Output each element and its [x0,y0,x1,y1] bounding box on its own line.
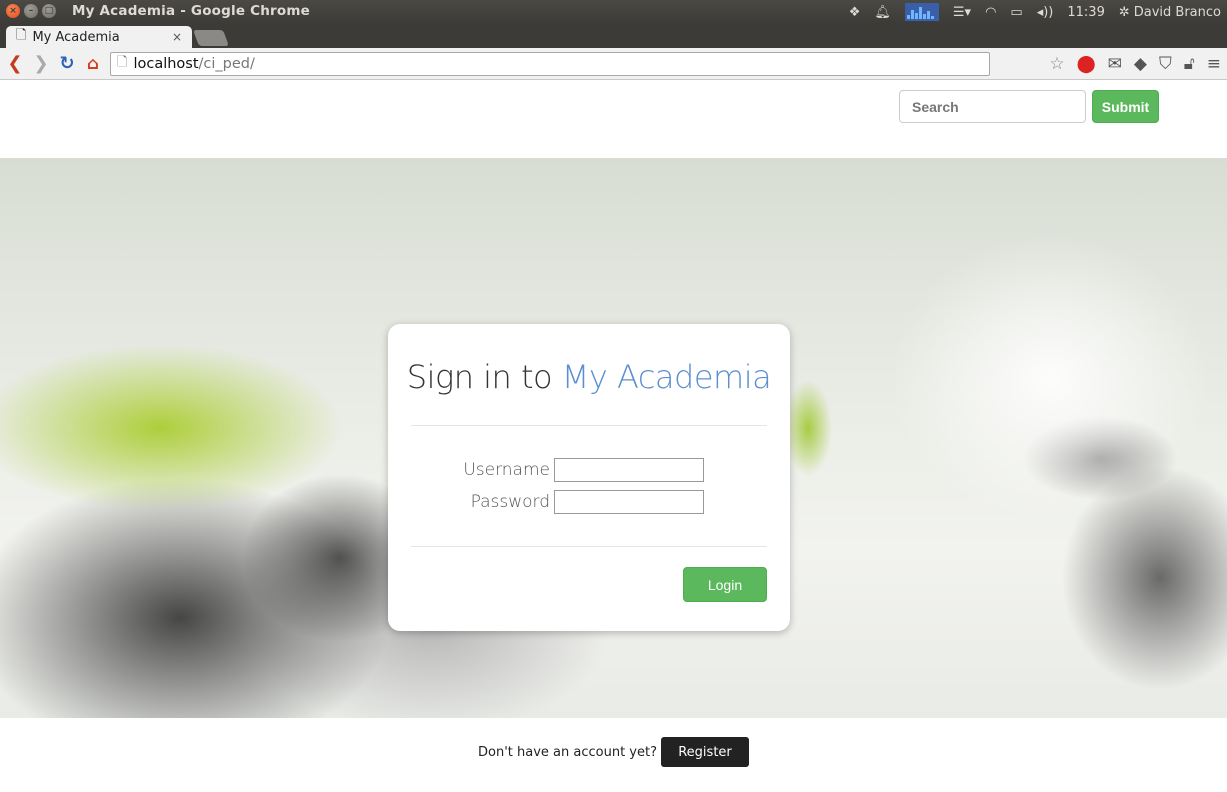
window-close-button[interactable]: × [6,4,20,18]
back-arrow-icon[interactable]: ❮ [6,53,24,74]
url-path: /ci_ped/ [198,55,255,72]
lock-extension-icon[interactable]: 🔓︎ [1184,54,1195,74]
divider [411,546,767,547]
settings-gear-icon: ✲ [1118,4,1130,20]
battery-icon[interactable]: ▭ [1010,5,1022,20]
os-top-panel: × – □ My Academia - Google Chrome ❖ 🔔︎ ☰… [0,0,1227,24]
menu-indicator-icon[interactable]: ☰▾ [953,5,971,20]
footer: Don't have an account yet? Register [0,737,1227,767]
username-row: Username [388,458,790,482]
bookmark-star-icon[interactable]: ☆ [1049,54,1064,74]
search-submit-button[interactable]: Submit [1092,90,1159,123]
password-row: Password [388,490,790,514]
password-label: Password [470,492,550,512]
login-card: Sign in to My Academia Username Password… [388,324,790,631]
window-minimize-button[interactable]: – [24,4,38,18]
password-field[interactable] [554,490,704,514]
divider [411,425,767,426]
forward-arrow-icon[interactable]: ❯ [32,53,50,74]
window-title: My Academia - Google Chrome [72,3,310,19]
brand-name: My Academia [561,358,772,396]
address-bar[interactable]: 🗋 localhost/ci_ped/ [110,51,990,76]
browser-toolbar: ❮ ❯ ↻ ⌂ 🗋 localhost/ci_ped/ ☆ ⬤ ✉ ◆ ⛉ 🔓︎… [0,48,1227,80]
login-title: Sign in to My Academia [388,358,790,396]
browser-extension-icons: ☆ ⬤ ✉ ◆ ⛉ 🔓︎ ≡ [1049,54,1221,74]
browser-tab-strip: 🗋 My Academia × [0,24,1227,48]
user-menu[interactable]: ✲ David Branco [1119,5,1221,20]
search-input[interactable] [899,90,1086,123]
system-monitor-icon[interactable] [904,3,939,21]
pocket-extension-icon[interactable]: ⛉ [1159,54,1172,74]
login-title-prefix: Sign in to [406,358,562,396]
url-host: localhost [133,55,199,72]
username-field[interactable] [554,458,704,482]
home-icon[interactable]: ⌂ [84,54,102,74]
dropbox-icon[interactable]: ❖ [849,5,861,20]
user-name: David Branco [1133,4,1221,20]
username-label: Username [463,460,550,480]
tab-close-icon[interactable]: × [172,30,182,44]
page-content: Submit Sign in to My Academia Username P… [0,81,1227,792]
new-tab-button[interactable] [193,30,229,46]
register-prompt: Don't have an account yet? [478,744,657,760]
opera-extension-icon[interactable]: ⬤ [1077,54,1096,74]
tab-title: My Academia [32,29,120,45]
browser-tab[interactable]: 🗋 My Academia × [6,26,192,48]
window-maximize-button[interactable]: □ [42,4,56,18]
wifi-icon[interactable]: ◠ [985,5,996,20]
window-controls: × – □ [6,4,56,18]
system-indicators: ❖ 🔔︎ ☰▾ ◠ ▭ ◂)) 11:39 ✲ David Branco [849,0,1221,24]
login-button[interactable]: Login [683,567,767,602]
chrome-menu-icon[interactable]: ≡ [1207,54,1221,74]
page-document-icon: 🗋 [16,28,27,43]
hero-background-image: Sign in to My Academia Username Password… [0,158,1227,718]
clock[interactable]: 11:39 [1067,5,1104,20]
volume-icon[interactable]: ◂)) [1037,5,1054,20]
register-button[interactable]: Register [661,737,749,767]
mail-extension-icon[interactable]: ✉ [1108,54,1122,74]
diamond-extension-icon[interactable]: ◆ [1134,54,1147,74]
reload-icon[interactable]: ↻ [58,53,76,74]
page-info-icon[interactable]: 🗋 [117,53,127,75]
notification-bell-icon[interactable]: 🔔︎ [874,5,891,20]
